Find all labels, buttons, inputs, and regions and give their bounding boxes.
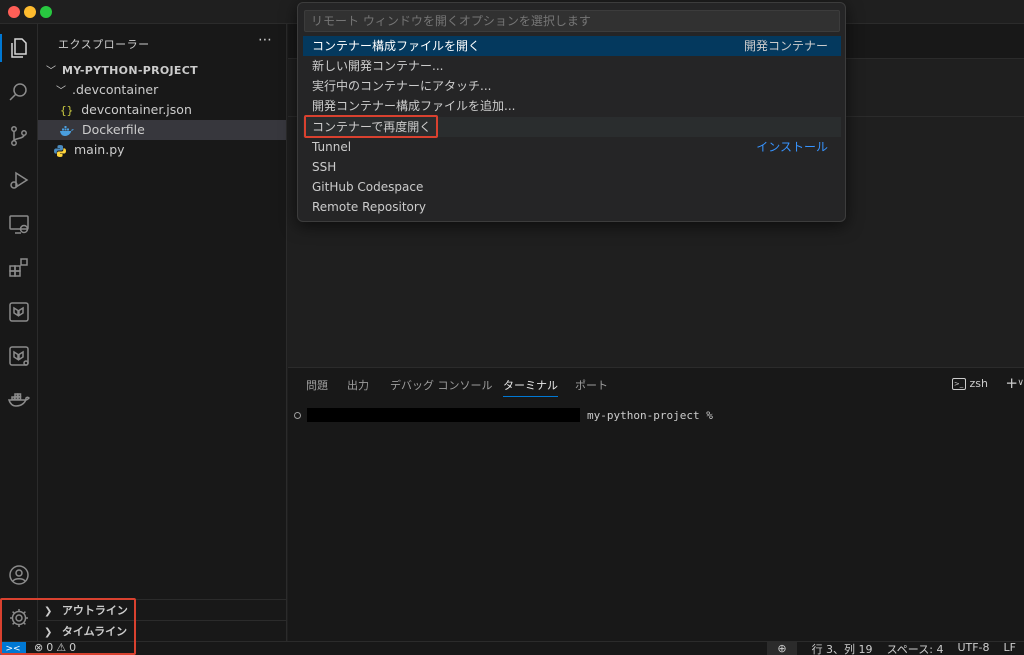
active-indicator xyxy=(0,34,2,62)
tree-item-devcontainer[interactable]: ﹀ .devcontainer xyxy=(38,80,286,100)
timeline-section[interactable]: ❯ タイムライン xyxy=(38,620,286,642)
python-file-icon xyxy=(54,144,66,157)
account-icon[interactable] xyxy=(5,561,33,589)
docker-icon[interactable] xyxy=(5,386,33,414)
qp-item-new-devcontainer[interactable]: 新しい開発コンテナー... xyxy=(303,56,841,76)
shell-name: zsh xyxy=(969,377,988,390)
problems-status[interactable]: ⊗ 0 ⚠ 0 xyxy=(34,641,76,654)
outline-section[interactable]: ❯ アウトライン xyxy=(38,599,286,621)
tree-item-devcontainer-json[interactable]: {} devcontainer.json xyxy=(38,100,286,120)
chevron-down-icon: ﹀ xyxy=(56,86,66,97)
redacted-text xyxy=(307,408,580,422)
tab-debug-console[interactable]: デバッグ コンソール xyxy=(390,377,493,397)
timeline-label: タイムライン xyxy=(61,625,128,638)
qp-item-reopen-in-container[interactable]: コンテナーで再度開く xyxy=(303,117,841,137)
terminal-icon: >_ xyxy=(951,377,966,390)
warning-icon: ⚠ xyxy=(56,641,67,654)
tree-item-dockerfile[interactable]: Dockerfile xyxy=(38,120,286,140)
qp-item-label: 新しい開発コンテナー... xyxy=(312,59,444,73)
cursor-position[interactable]: 行 3、列 19 xyxy=(812,641,873,655)
qp-item-label: 開発コンテナー構成ファイルを追加... xyxy=(312,99,516,113)
chevron-down-icon: ﹀ xyxy=(46,66,56,77)
extensions-icon[interactable] xyxy=(5,254,33,282)
terraform-icon[interactable] xyxy=(5,298,33,326)
minimize-window-button[interactable] xyxy=(24,6,36,18)
tab-problems[interactable]: 問題 xyxy=(306,377,328,397)
qp-item-add-config[interactable]: 開発コンテナー構成ファイルを追加... xyxy=(303,96,841,116)
sidebar-title: エクスプローラー xyxy=(58,38,150,51)
search-icon[interactable] xyxy=(5,78,33,106)
activity-bar xyxy=(0,24,38,641)
remote-indicator-button[interactable]: >< xyxy=(0,642,26,655)
encoding[interactable]: UTF-8 xyxy=(957,641,989,655)
terraform-cloud-icon[interactable] xyxy=(5,342,33,370)
indentation[interactable]: スペース: 4 xyxy=(887,641,944,655)
end-of-line[interactable]: LF xyxy=(1004,641,1016,655)
qp-item-open-config[interactable]: コンテナー構成ファイルを開く 開発コンテナー xyxy=(303,36,841,56)
qp-item-label: SSH xyxy=(312,160,337,174)
gear-icon[interactable] xyxy=(5,604,33,632)
plus-icon[interactable]: + xyxy=(1005,374,1018,392)
tree-item-label: Dockerfile xyxy=(81,122,145,137)
status-right-items: 行 3、列 19 スペース: 4 UTF-8 LF xyxy=(812,641,1016,655)
quick-pick: コンテナー構成ファイルを開く 開発コンテナー 新しい開発コンテナー... 実行中… xyxy=(297,2,846,222)
terminal-prompt-line[interactable]: my-python-project % xyxy=(294,408,713,422)
chevron-down-icon[interactable]: ∨ xyxy=(1017,378,1024,388)
terminal-prompt: my-python-project % xyxy=(587,408,713,422)
qp-item-label: GitHub Codespace xyxy=(312,180,424,194)
qp-item-label: コンテナーで再度開く xyxy=(312,120,432,134)
tab-terminal[interactable]: ターミナル xyxy=(503,377,558,397)
tab-output[interactable]: 出力 xyxy=(347,377,369,397)
tab-ports[interactable]: ポート xyxy=(575,377,608,397)
status-bar: >< ⊗ 0 ⚠ 0 ⊕ 行 3、列 19 スペース: 4 UTF-8 LF xyxy=(0,641,1024,655)
bottom-panel: 問題 出力 デバッグ コンソール ターミナル ポート >_ zsh + ∨ my… xyxy=(288,367,1024,641)
qp-item-label: 実行中のコンテナーにアタッチ... xyxy=(312,79,492,93)
qp-item-label: Remote Repository xyxy=(312,200,426,214)
maximize-window-button[interactable] xyxy=(40,6,52,18)
qp-item-label: コンテナー構成ファイルを開く xyxy=(312,39,481,53)
qp-item-tunnel[interactable]: Tunnel インストール xyxy=(303,137,841,157)
source-control-icon[interactable] xyxy=(5,122,33,150)
qp-item-codespace[interactable]: GitHub Codespace xyxy=(303,177,841,197)
error-count: 0 xyxy=(46,641,54,654)
run-debug-icon[interactable] xyxy=(5,166,33,194)
tree-item-label: devcontainer.json xyxy=(81,102,192,117)
qp-item-label: Tunnel xyxy=(312,140,352,154)
quick-pick-input[interactable] xyxy=(304,10,840,32)
tree-item-main-py[interactable]: main.py xyxy=(38,140,286,160)
project-title: MY-PYTHON-PROJECT xyxy=(61,64,198,77)
qp-item-detail: 開発コンテナー xyxy=(743,39,828,53)
tree-item-label: .devcontainer xyxy=(71,82,159,97)
explorer-icon[interactable] xyxy=(5,34,33,62)
tree-item-label: main.py xyxy=(73,142,125,157)
qp-item-ssh[interactable]: SSH xyxy=(303,157,841,177)
terminal-shell-selector[interactable]: >_ zsh xyxy=(951,377,988,390)
close-window-button[interactable] xyxy=(8,6,20,18)
docker-file-icon xyxy=(60,125,74,136)
outline-label: アウトライン xyxy=(61,604,128,617)
explorer-sidebar: エクスプローラー ⋯ ﹀ MY-PYTHON-PROJECT ﹀ .devcon… xyxy=(38,24,287,641)
install-link[interactable]: インストール xyxy=(756,137,828,157)
json-file-icon: {} xyxy=(60,104,74,117)
error-icon: ⊗ xyxy=(34,641,44,654)
project-folder[interactable]: ﹀ MY-PYTHON-PROJECT xyxy=(38,60,286,80)
more-actions-icon[interactable]: ⋯ xyxy=(258,32,272,48)
qp-item-attach-container[interactable]: 実行中のコンテナーにアタッチ... xyxy=(303,76,841,96)
prompt-status-icon xyxy=(294,411,301,419)
zoom-icon[interactable]: ⊕ xyxy=(767,642,797,655)
remote-explorer-icon[interactable] xyxy=(5,210,33,238)
warning-count: 0 xyxy=(69,641,77,654)
qp-item-remote-repository[interactable]: Remote Repository xyxy=(303,197,841,217)
